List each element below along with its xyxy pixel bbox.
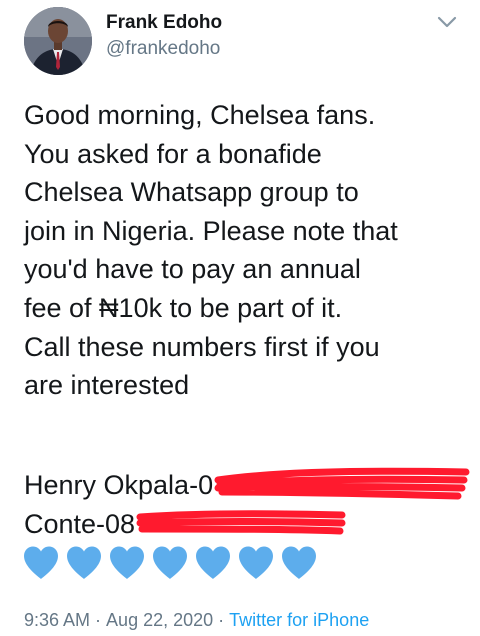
author-info[interactable]: Frank Edoho @frankedoho bbox=[106, 11, 222, 61]
blue-heart-icon bbox=[239, 546, 273, 579]
contact-henry: Henry Okpala-0 bbox=[24, 466, 472, 505]
blue-heart-icon bbox=[282, 546, 316, 579]
tweet-text-line: Call these numbers first if you bbox=[24, 331, 380, 362]
blue-heart-icon bbox=[67, 546, 101, 579]
contact-conte: Conte-08 bbox=[24, 505, 472, 544]
tweet-text: Good morning, Chelsea fans. You asked fo… bbox=[24, 96, 472, 405]
tweet-text-line: You asked for a bonafide bbox=[24, 138, 322, 169]
tweet-text-line: Good morning, Chelsea fans. bbox=[24, 100, 376, 130]
emoji-hearts bbox=[22, 545, 323, 583]
chevron-down-icon[interactable] bbox=[436, 14, 458, 30]
tweet-text-line: Chelsea Whatsapp group to bbox=[24, 177, 359, 208]
contact-list: Henry Okpala-0 Conte-08 bbox=[24, 466, 472, 543]
meta-separator: · bbox=[95, 610, 102, 630]
tweet-date[interactable]: Aug 22, 2020 bbox=[106, 610, 213, 630]
contact-label: Conte-08 bbox=[24, 508, 136, 539]
user-handle[interactable]: @frankedoho bbox=[106, 37, 222, 61]
tweet-text-line: are interested bbox=[24, 370, 190, 401]
redaction-scribble bbox=[136, 509, 346, 535]
tweet-card: Frank Edoho @frankedoho Good morning, Ch… bbox=[0, 0, 480, 636]
meta-separator: · bbox=[218, 610, 225, 630]
blue-heart-icon bbox=[153, 546, 187, 579]
redaction-scribble bbox=[214, 467, 470, 500]
tweet-text-line: you'd have to pay an annual bbox=[24, 254, 361, 285]
tweet-source-link[interactable]: Twitter for iPhone bbox=[229, 610, 369, 630]
tweet-text-line: fee of ₦10k to be part of it. bbox=[24, 292, 343, 323]
display-name[interactable]: Frank Edoho bbox=[106, 11, 222, 35]
contact-label: Henry Okpala-0 bbox=[24, 470, 214, 500]
tweet-time[interactable]: 9:36 AM bbox=[24, 610, 90, 630]
avatar[interactable] bbox=[24, 7, 92, 75]
tweet-text-line: join in Nigeria. Please note that bbox=[24, 215, 398, 246]
blue-heart-icon bbox=[196, 546, 230, 579]
blue-heart-icon bbox=[110, 546, 144, 579]
tweet-meta: 9:36 AM · Aug 22, 2020 · Twitter for iPhone bbox=[24, 608, 369, 632]
blue-heart-icon bbox=[24, 546, 58, 579]
